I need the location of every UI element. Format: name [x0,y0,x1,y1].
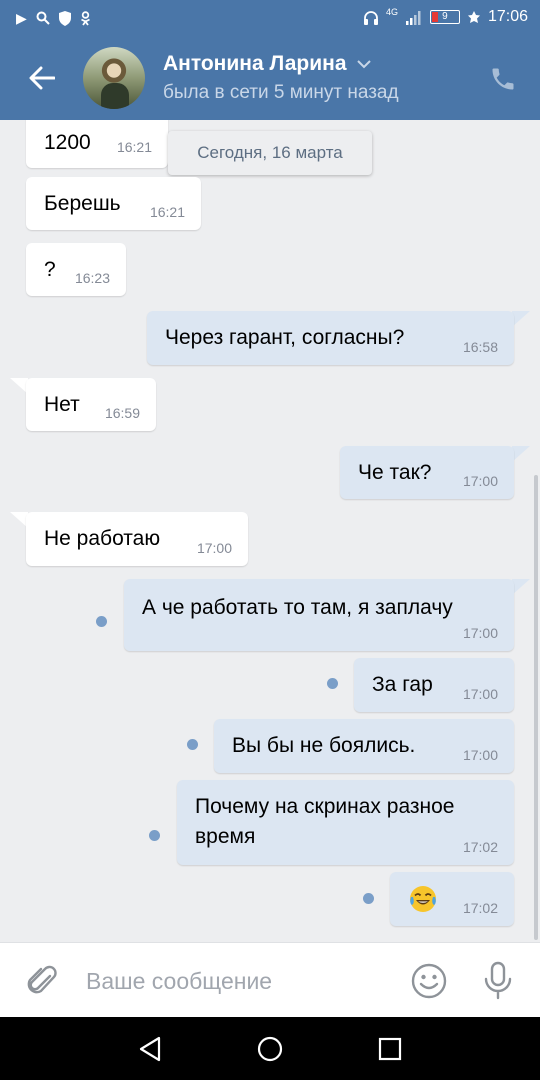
unread-indicator [327,678,338,689]
message-time: 17:00 [462,625,498,641]
message-text: Берешь [44,192,121,215]
message-time: 16:59 [104,405,140,421]
message-text: Вы бы не боялись. [232,734,416,757]
avatar[interactable] [83,47,145,109]
message-composer [0,942,540,1017]
chevron-down-icon [356,59,371,68]
date-separator: Сегодня, 16 марта [168,131,372,175]
unread-indicator [363,893,374,904]
message-text: А че работать то там, я заплачу [142,596,453,619]
contact-last-seen: была в сети 5 минут назад [163,82,399,103]
message-text: За гар [372,673,433,696]
message-incoming[interactable]: ? 16:23 [26,243,126,296]
contact-name-text: Антонина Ларина [163,52,347,75]
message-list[interactable]: 1200 16:21 Сегодня, 16 марта Берешь 16:2… [0,120,540,942]
message-time: 17:00 [462,747,498,763]
microphone-icon [484,961,512,1000]
nav-back-button[interactable] [134,1033,166,1065]
unread-indicator [149,830,160,841]
message-time: 17:00 [462,686,498,702]
home-circle-icon [257,1036,283,1062]
search-icon [36,11,50,25]
message-text: Через гарант, согласны? [165,326,405,349]
status-system: 4G 9 17:06 [363,7,528,26]
message-incoming[interactable]: Нет 16:59 [26,378,156,431]
phone-icon [492,68,514,90]
message-outgoing[interactable]: Через гарант, согласны? 16:58 [147,311,514,365]
message-incoming[interactable]: Не работаю 17:00 [26,512,248,566]
call-button[interactable] [486,62,520,96]
message-time: 16:23 [74,270,110,286]
message-input[interactable] [86,963,386,999]
ok-icon [80,10,90,26]
status-time: 17:06 [487,8,528,25]
headphones-icon [363,10,378,25]
message-incoming[interactable]: 1200 16:21 [26,120,168,168]
face-with-tears-of-joy-icon [410,886,436,912]
message-outgoing[interactable]: Вы бы не боялись. 17:00 [214,719,514,773]
message-time: 16:58 [462,339,498,355]
voice-message-button[interactable] [480,960,516,1000]
shield-icon [58,10,71,26]
recents-square-icon [378,1037,402,1061]
bubble-tail [512,579,530,595]
back-button[interactable] [22,60,62,96]
paperclip-icon [27,965,57,994]
message-text: Не работаю [44,527,161,550]
message-time: 17:00 [196,540,232,556]
message-text: Почему на скринах разное время [195,795,455,848]
emoji-button[interactable] [410,962,448,1000]
message-outgoing[interactable]: Че так? 17:00 [340,446,514,499]
message-text: 1200 [44,131,91,154]
network-type: 4G [385,7,398,17]
scrollbar[interactable] [534,475,538,940]
nav-recents-button[interactable] [374,1033,406,1065]
message-outgoing[interactable]: Почему на скринах разное время 17:02 [177,780,514,865]
contact-name[interactable]: Антонина Ларина [163,52,371,76]
message-time: 17:00 [462,473,498,489]
arrow-left-icon [29,66,55,90]
battery-icon: 9 [429,10,460,24]
message-outgoing[interactable]: 17:02 [390,872,514,926]
message-text: ? [44,258,56,281]
alarm-icon [467,11,480,23]
attach-button[interactable] [22,962,62,1002]
message-outgoing[interactable]: За гар 17:00 [354,658,514,712]
status-bar: ▶ 4G 9 17:06 [0,0,540,36]
unread-indicator [187,739,198,750]
bubble-tail [512,311,530,327]
message-incoming[interactable]: Берешь 16:21 [26,177,201,230]
message-time: 16:21 [116,139,152,155]
message-outgoing[interactable]: А че работать то там, я заплачу 17:00 [124,579,514,651]
unread-indicator [96,616,107,627]
back-triangle-icon [139,1036,161,1062]
bubble-tail [512,446,530,462]
message-text: Че так? [358,461,432,484]
status-notifications: ▶ [16,9,91,27]
message-text: Нет [44,393,80,416]
message-time: 17:02 [462,900,498,916]
system-navigation-bar [0,1017,540,1080]
play-icon: ▶ [16,10,27,26]
chat-header: Антонина Ларина была в сети 5 минут наза… [0,36,540,120]
message-time: 16:21 [149,204,185,220]
nav-home-button[interactable] [254,1033,286,1065]
smiley-icon [411,963,447,999]
signal-icon [405,10,421,25]
message-time: 17:02 [462,839,498,855]
